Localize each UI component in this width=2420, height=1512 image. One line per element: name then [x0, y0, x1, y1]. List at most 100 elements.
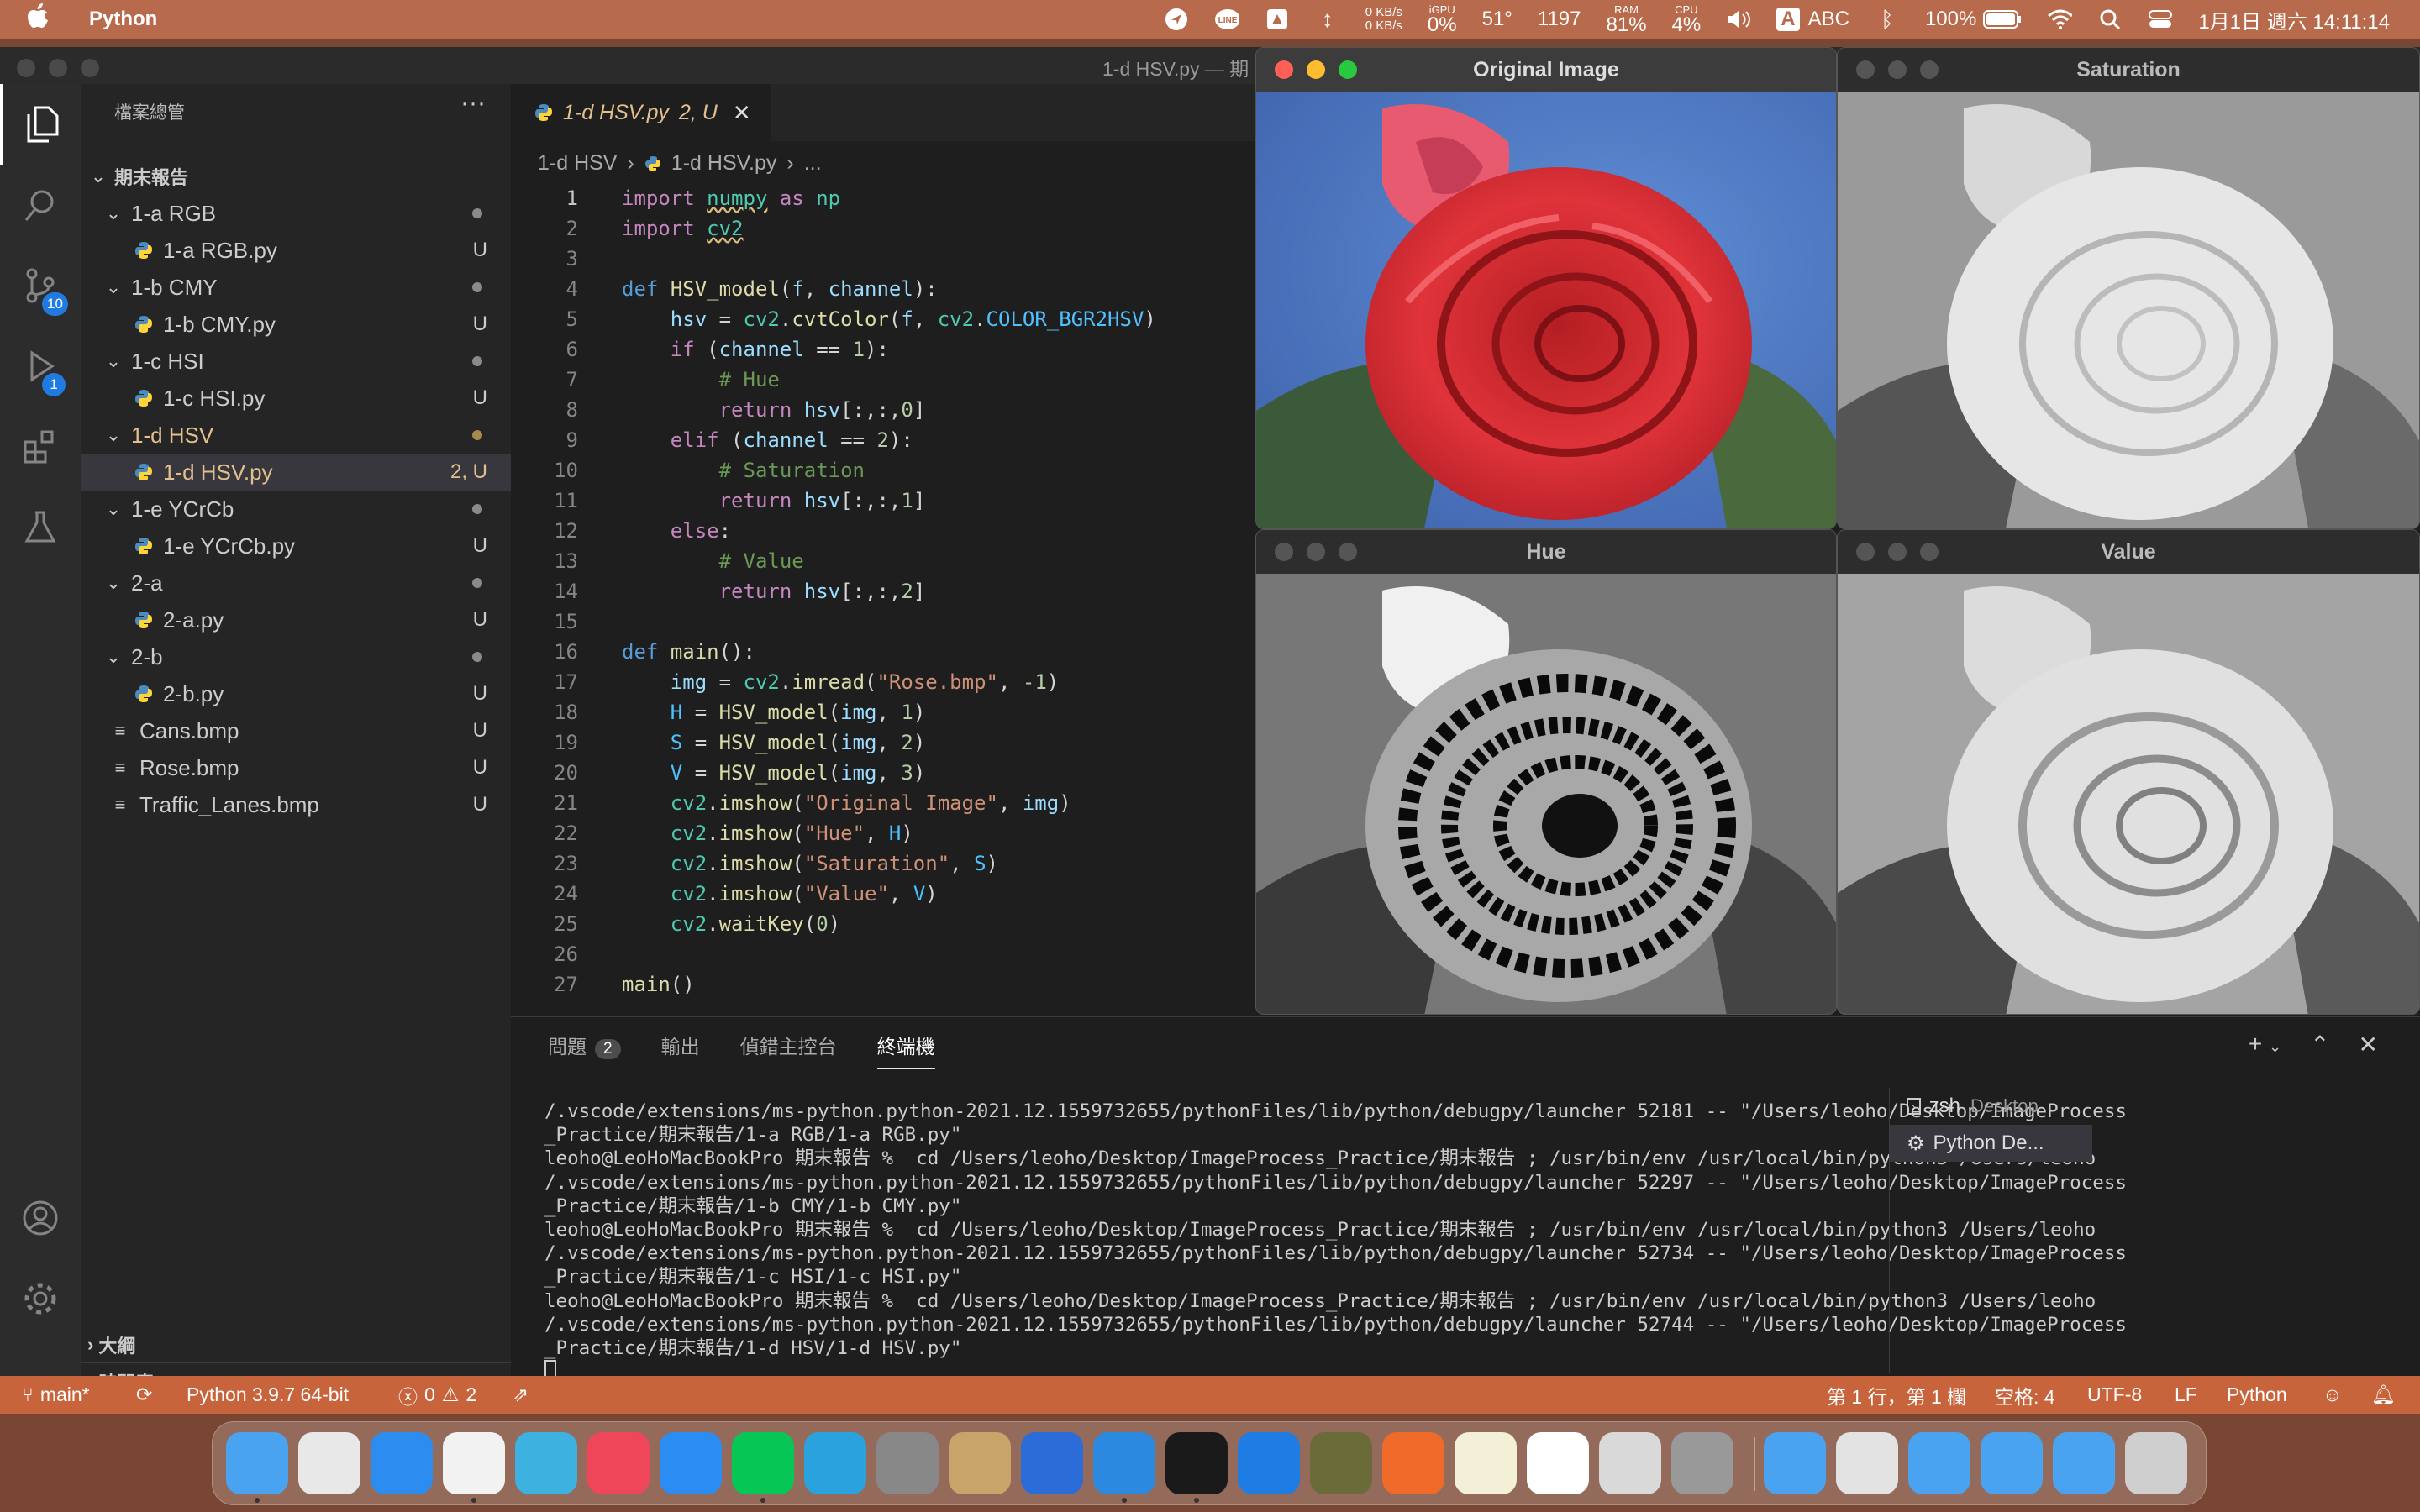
- breadcrumb-folder[interactable]: 1-d HSV: [538, 151, 617, 176]
- minimize-window-button[interactable]: [49, 59, 67, 77]
- app-menu-python[interactable]: Python: [89, 8, 157, 31]
- problems-status[interactable]: ⓧ 0 ⚠ 2: [398, 1376, 476, 1414]
- terminal-icon[interactable]: [1165, 1432, 1228, 1503]
- k-app-icon[interactable]: [515, 1432, 577, 1494]
- code-line[interactable]: 11 return hsv[:,:,1]: [511, 486, 1260, 516]
- app-store-icon[interactable]: [660, 1432, 722, 1494]
- zoom-window-button[interactable]: [1920, 543, 1939, 561]
- code-line[interactable]: 25 cv2.waitKey(0): [511, 909, 1260, 939]
- live-share-icon[interactable]: ⇗: [513, 1376, 529, 1414]
- tree-file[interactable]: 1-b CMY.py U: [81, 306, 511, 343]
- downloads-folder-icon[interactable]: [2053, 1432, 2115, 1494]
- code-line[interactable]: 15: [511, 606, 1260, 637]
- language-status[interactable]: Python: [2227, 1376, 2287, 1414]
- terminal-item-python-debug[interactable]: ⚙ Python De...: [1890, 1125, 2092, 1162]
- breadcrumb-file[interactable]: 1-d HSV.py: [671, 151, 777, 176]
- battery-status[interactable]: 100%: [1925, 8, 2022, 31]
- code-line[interactable]: 10 # Saturation: [511, 455, 1260, 486]
- code-line[interactable]: 3: [511, 244, 1260, 274]
- minimize-window-button[interactable]: [1888, 543, 1907, 561]
- wifi-icon[interactable]: [2047, 7, 2073, 32]
- code-line[interactable]: 9 elif (channel == 2):: [511, 425, 1260, 455]
- run-debug-icon[interactable]: 1: [0, 326, 81, 407]
- indentation-status[interactable]: 空格: 4: [1995, 1376, 2055, 1414]
- code-line[interactable]: 19 S = HSV_model(img, 2): [511, 727, 1260, 758]
- code-area[interactable]: 1 import numpy as np 2 import cv2 3 4 def HSV_…: [511, 183, 1260, 1000]
- branch-status[interactable]: ⑂ main*: [22, 1376, 90, 1414]
- music-folder-icon[interactable]: [1836, 1432, 1898, 1494]
- launchpad-icon[interactable]: [298, 1432, 360, 1494]
- safari-icon[interactable]: [371, 1432, 433, 1494]
- tree-file[interactable]: 1-a RGB.py U: [81, 232, 511, 269]
- tab-output[interactable]: 輸出: [661, 1031, 700, 1069]
- folder-root[interactable]: ⌄ 期末報告: [81, 158, 511, 195]
- extensions-icon[interactable]: [0, 407, 81, 487]
- minimize-window-button[interactable]: [1307, 60, 1325, 79]
- code-line[interactable]: 2 import cv2: [511, 213, 1260, 244]
- code-line[interactable]: 8 return hsv[:,:,0]: [511, 395, 1260, 425]
- tree-folder[interactable]: ⌄ 1-a RGB: [81, 195, 511, 232]
- code-line[interactable]: 16 def main():: [511, 637, 1260, 667]
- preview-icon[interactable]: [1599, 1432, 1661, 1494]
- pen-app-icon[interactable]: [1671, 1432, 1733, 1494]
- close-window-button[interactable]: [1275, 60, 1293, 79]
- close-window-button[interactable]: [17, 59, 35, 77]
- tree-file[interactable]: 2-a.py U: [81, 601, 511, 638]
- system-preferences-icon[interactable]: [876, 1432, 939, 1494]
- code-line[interactable]: 4 def HSV_model(f, channel):: [511, 274, 1260, 304]
- zoom-window-button[interactable]: [1339, 543, 1357, 561]
- code-line[interactable]: 5 hsv = cv2.cvtColor(f, cv2.COLOR_BGR2HS…: [511, 304, 1260, 334]
- xcode-icon[interactable]: [1021, 1432, 1083, 1494]
- close-panel-icon[interactable]: ✕: [2359, 1031, 2378, 1058]
- code-line[interactable]: 23 cv2.imshow("Saturation", S): [511, 848, 1260, 879]
- explorer-more-button[interactable]: ···: [460, 89, 486, 118]
- code-line[interactable]: 12 else:: [511, 516, 1260, 546]
- finder-icon[interactable]: [226, 1432, 288, 1503]
- pencil-app-icon[interactable]: [1382, 1432, 1444, 1494]
- drive-icon[interactable]: [1265, 7, 1290, 32]
- folder-icon[interactable]: [1981, 1432, 2043, 1494]
- tree-file[interactable]: 1-d HSV.py 2, U: [81, 454, 511, 491]
- value-image-window[interactable]: Value: [1837, 529, 2420, 1015]
- tree-folder[interactable]: ⌄ 1-c HSI: [81, 343, 511, 380]
- control-center-icon[interactable]: [2148, 7, 2173, 32]
- code-line[interactable]: 21 cv2.imshow("Original Image", img): [511, 788, 1260, 818]
- line-app-icon[interactable]: [732, 1432, 794, 1503]
- telegram-icon[interactable]: [804, 1432, 866, 1494]
- code-line[interactable]: 18 H = HSV_model(img, 1): [511, 697, 1260, 727]
- testing-icon[interactable]: [0, 487, 81, 568]
- maximize-panel-icon[interactable]: ⌃: [2310, 1031, 2329, 1058]
- breadcrumb-symbol[interactable]: ...: [804, 151, 822, 176]
- chrome-icon[interactable]: [443, 1432, 505, 1503]
- cursor-position[interactable]: 第 1 行，第 1 欄: [1827, 1376, 1966, 1414]
- tree-file[interactable]: ≡ Traffic_Lanes.bmp U: [81, 786, 511, 823]
- original-image-window[interactable]: Original Image: [1255, 47, 1837, 529]
- tree-folder[interactable]: ⌄ 1-b CMY: [81, 269, 511, 306]
- code-line[interactable]: 22 cv2.imshow("Hue", H): [511, 818, 1260, 848]
- code-line[interactable]: 27 main(): [511, 969, 1260, 1000]
- eol-status[interactable]: LF: [2175, 1376, 2197, 1414]
- account-icon[interactable]: [0, 1178, 81, 1258]
- volume-icon[interactable]: [1726, 7, 1751, 32]
- line-icon[interactable]: LINE: [1214, 7, 1239, 32]
- bluetooth-icon[interactable]: ᛒ: [1875, 7, 1900, 32]
- source-control-icon[interactable]: 10: [0, 245, 81, 326]
- tree-folder[interactable]: ⌄ 2-b: [81, 638, 511, 675]
- spotlight-search-icon[interactable]: [2097, 7, 2123, 32]
- notes-icon[interactable]: [1455, 1432, 1517, 1494]
- folder-tools-icon[interactable]: [1764, 1432, 1826, 1494]
- close-icon[interactable]: ✕: [733, 100, 751, 126]
- zoom-window-button[interactable]: [1920, 60, 1939, 79]
- maps-pin-icon[interactable]: [1238, 1432, 1300, 1494]
- clock[interactable]: 1月1日 週六 14:11:14: [2198, 5, 2390, 34]
- explorer-icon[interactable]: [0, 84, 81, 165]
- saturation-image-window[interactable]: Saturation: [1837, 47, 2420, 529]
- tab-problems[interactable]: 問題 2: [548, 1031, 621, 1069]
- tree-folder[interactable]: ⌄ 1-e YCrCb: [81, 491, 511, 528]
- settings-icon[interactable]: [0, 1258, 81, 1339]
- hue-image-window[interactable]: Hue: [1255, 529, 1837, 1015]
- close-window-button[interactable]: [1856, 60, 1875, 79]
- tree-folder[interactable]: ⌄ 1-d HSV: [81, 417, 511, 454]
- folder-icon[interactable]: [1908, 1432, 1970, 1494]
- feedback-icon[interactable]: ☺: [2323, 1376, 2342, 1414]
